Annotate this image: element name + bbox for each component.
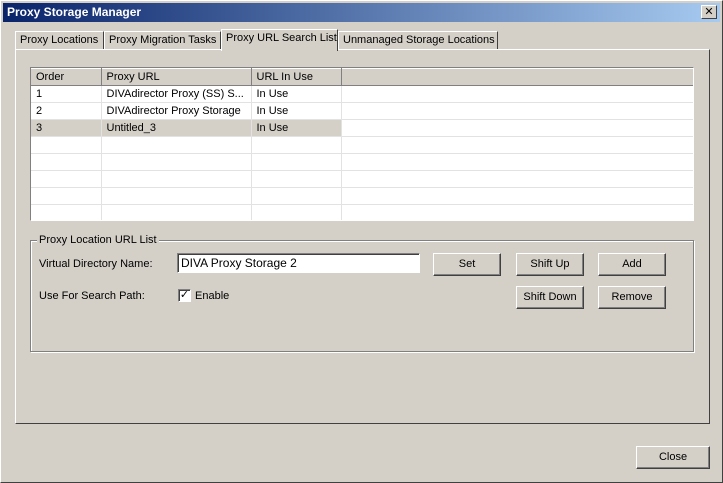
cell-url-in-use[interactable]: In Use bbox=[251, 119, 342, 137]
column-header-filler bbox=[341, 68, 693, 86]
cell-url-in-use[interactable]: In Use bbox=[251, 102, 342, 120]
title-close-icon[interactable]: ✕ bbox=[701, 5, 717, 19]
cell-empty bbox=[341, 85, 693, 103]
proxy-location-url-group: Proxy Location URL List Virtual Director… bbox=[30, 234, 694, 352]
tab-unmanaged-storage-locations[interactable]: Unmanaged Storage Locations bbox=[338, 31, 498, 50]
empty-row bbox=[31, 204, 693, 220]
add-button[interactable]: Add bbox=[598, 253, 666, 276]
cell-order[interactable]: 2 bbox=[31, 102, 102, 120]
title-bar[interactable]: Proxy Storage Manager ✕ bbox=[3, 3, 720, 22]
column-header-proxy-url[interactable]: Proxy URL bbox=[101, 68, 252, 86]
cell-url-in-use[interactable]: In Use bbox=[251, 85, 342, 103]
enable-label[interactable]: Enable bbox=[195, 290, 229, 302]
cell-proxy-url[interactable]: Untitled_3 bbox=[101, 119, 252, 137]
proxy-storage-manager-window: Proxy Storage Manager ✕ Proxy Locations … bbox=[0, 0, 723, 483]
cell-empty bbox=[341, 102, 693, 120]
set-button[interactable]: Set bbox=[433, 253, 501, 276]
column-header-url-in-use[interactable]: URL In Use bbox=[251, 68, 342, 86]
window-title: Proxy Storage Manager bbox=[7, 5, 142, 19]
enable-checkbox[interactable]: ✓ bbox=[178, 289, 191, 302]
table-row-selected[interactable]: 3 Untitled_3 In Use bbox=[31, 119, 693, 137]
empty-row bbox=[31, 170, 693, 188]
shift-up-button[interactable]: Shift Up bbox=[516, 253, 584, 276]
virtual-directory-input[interactable]: DIVA Proxy Storage 2 bbox=[177, 253, 420, 273]
empty-row bbox=[31, 187, 693, 205]
column-header-order[interactable]: Order bbox=[31, 68, 102, 86]
close-button[interactable]: Close bbox=[636, 446, 710, 469]
cell-empty bbox=[341, 119, 693, 137]
tab-panel-proxy-url-search-list: Order Proxy URL URL In Use 1 DIVAdirecto… bbox=[15, 49, 710, 424]
cell-proxy-url[interactable]: DIVAdirector Proxy Storage bbox=[101, 102, 252, 120]
shift-down-button[interactable]: Shift Down bbox=[516, 286, 584, 309]
cell-proxy-url[interactable]: DIVAdirector Proxy (SS) S... bbox=[101, 85, 252, 103]
empty-row bbox=[31, 153, 693, 171]
search-path-label: Use For Search Path: bbox=[39, 290, 145, 302]
virtual-directory-label: Virtual Directory Name: bbox=[39, 258, 153, 270]
group-title: Proxy Location URL List bbox=[37, 234, 159, 246]
cell-order[interactable]: 3 bbox=[31, 119, 102, 137]
tab-proxy-url-search-list[interactable]: Proxy URL Search List bbox=[221, 29, 338, 51]
empty-row bbox=[31, 136, 693, 154]
table-row[interactable]: 1 DIVAdirector Proxy (SS) S... In Use bbox=[31, 85, 693, 103]
tab-strip: Proxy Locations Proxy Migration Tasks Pr… bbox=[15, 29, 705, 51]
cell-order[interactable]: 1 bbox=[31, 85, 102, 103]
table-row[interactable]: 2 DIVAdirector Proxy Storage In Use bbox=[31, 102, 693, 120]
remove-button[interactable]: Remove bbox=[598, 286, 666, 309]
tab-proxy-migration-tasks[interactable]: Proxy Migration Tasks bbox=[104, 31, 221, 50]
proxy-url-grid[interactable]: Order Proxy URL URL In Use 1 DIVAdirecto… bbox=[30, 67, 694, 221]
tab-proxy-locations[interactable]: Proxy Locations bbox=[15, 31, 104, 50]
